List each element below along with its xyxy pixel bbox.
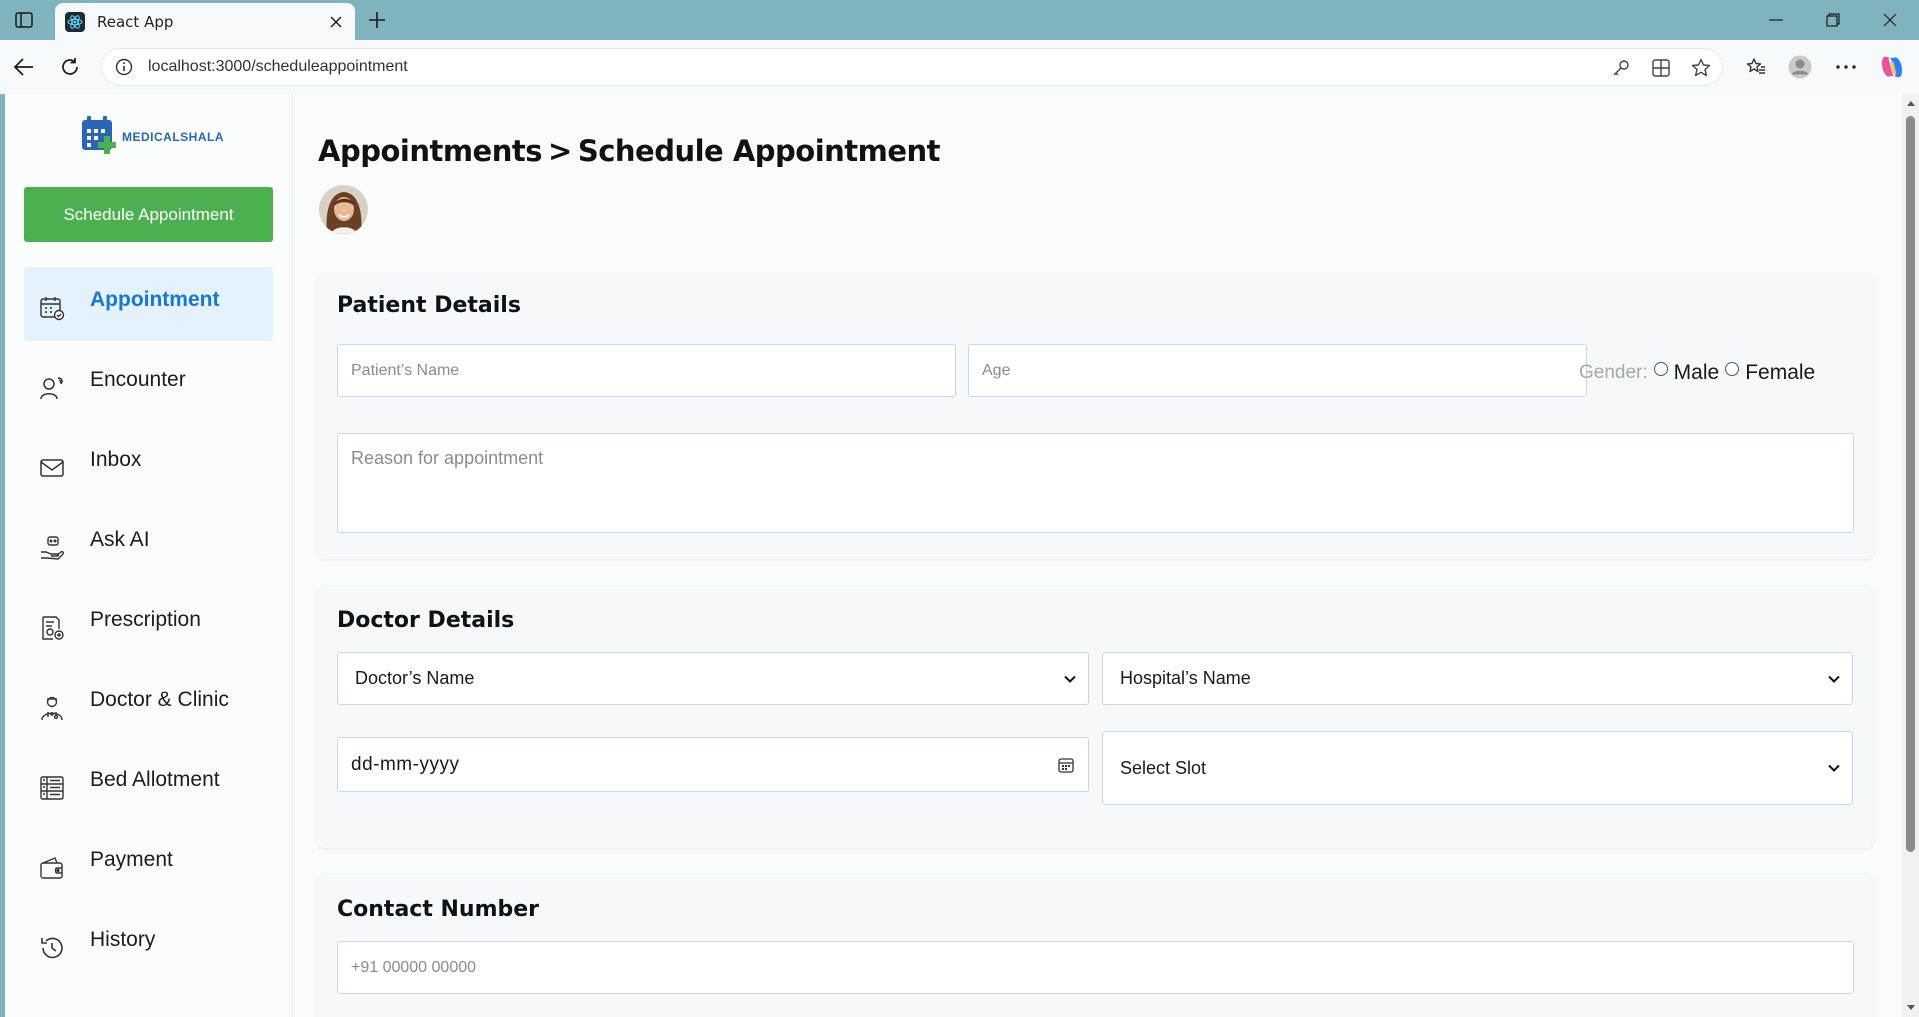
close-window-icon[interactable] [1875,8,1905,32]
doctor-name-select[interactable]: Doctor’s Name [337,652,1089,705]
minimize-icon[interactable] [1761,8,1791,32]
breadcrumb-separator: > [548,134,572,168]
sidebar-item-doctor-clinic[interactable]: Doctor & Clinic [24,667,273,741]
favorites-icon[interactable] [1742,53,1770,81]
back-icon[interactable] [10,53,38,81]
wallet-icon [38,854,66,882]
gender-male-label[interactable]: Male [1674,361,1720,385]
more-icon[interactable] [1832,53,1860,81]
sidebar-item-bed-allotment[interactable]: Bed Allotment [24,747,273,821]
mail-icon [38,454,66,482]
calendar-icon [38,294,66,322]
history-icon [38,934,66,962]
gender-label: Gender: [1579,362,1648,383]
doctor-icon [38,694,66,722]
browser-toolbar: localhost:3000/scheduleappointment [0,40,1919,94]
hand-ai-icon [38,534,66,562]
tab-actions-icon[interactable] [12,9,36,31]
hospital-name-select[interactable]: Hospital’s Name [1102,652,1853,705]
gender-female-radio[interactable] [1725,362,1740,376]
scroll-down-arrow-icon[interactable] [1905,1002,1916,1012]
restore-icon[interactable] [1818,8,1848,32]
close-tab-icon[interactable] [327,13,345,31]
favorite-star-icon[interactable] [1690,57,1712,79]
sidebar-item-label: History [90,928,156,951]
gender-male-radio[interactable] [1653,362,1668,376]
contact-number-title: Contact Number [337,897,540,922]
url-text: localhost:3000/scheduleappointment [148,58,408,75]
sidebar-item-payment[interactable]: Payment [24,827,273,901]
copilot-icon[interactable] [1878,53,1906,81]
calendar-picker-icon[interactable] [1058,757,1074,773]
bed-list-icon [38,774,66,802]
breadcrumb-current: Schedule Appointment [577,134,941,168]
date-placeholder: dd-mm-yyyy [351,753,460,775]
doctor-name-select-value: Doctor’s Name [355,668,475,688]
tab-title: React App [97,12,174,31]
hospital-name-select-value: Hospital’s Name [1120,668,1251,688]
patient-details-card: Patient Details Gender: Male Female [318,273,1873,559]
site-info-icon[interactable] [114,57,134,77]
medical-calendar-logo-icon [82,116,116,154]
sidebar-item-inbox[interactable]: Inbox [24,427,273,501]
page-scrollbar[interactable] [1902,94,1919,1017]
refresh-icon[interactable] [56,53,84,81]
sidebar-item-label: Payment [90,848,173,871]
gender-group: Gender: Male Female [1579,361,1821,385]
browser-tab[interactable]: React App [55,3,355,40]
sidebar-item-label: Doctor & Clinic [90,688,229,711]
breadcrumb-parent[interactable]: Appointments [318,134,543,168]
react-logo-icon [65,11,85,32]
sidebar-item-label: Ask AI [90,528,150,551]
contact-number-card: Contact Number [318,874,1873,1017]
reason-textarea[interactable] [337,433,1854,533]
browser-tab-bar: React App [0,0,1919,40]
user-chat-icon [38,374,66,402]
slot-select-value: Select Slot [1120,757,1207,778]
scrollbar-thumb[interactable] [1906,116,1915,852]
scroll-up-arrow-icon[interactable] [1905,98,1916,108]
sidebar-item-label: Prescription [90,608,201,631]
gender-female-label[interactable]: Female [1745,361,1815,385]
key-icon[interactable] [1610,57,1632,79]
schedule-appointment-button[interactable]: Schedule Appointment [24,187,273,242]
sidebar-item-history[interactable]: History [24,907,273,981]
phone-input[interactable] [337,941,1854,994]
patient-name-input[interactable] [337,344,956,397]
logo-text: MEDICALSHALA [122,130,224,144]
appointment-date-input[interactable]: dd-mm-yyyy [337,737,1089,792]
sidebar-item-label: Inbox [90,448,142,471]
sidebar-item-encounter[interactable]: Encounter [24,347,273,421]
new-tab-icon[interactable] [364,8,390,32]
prescription-icon [38,614,66,642]
page-viewport: MEDICALSHALA Schedule Appointment Appoin… [5,94,1919,1017]
sidebar-item-ask-ai[interactable]: Ask AI [24,507,273,581]
sidebar-nav: Appointment Encounter Inbox Ask AI Presc… [24,267,273,987]
apps-icon[interactable] [1650,57,1672,79]
age-input[interactable] [968,344,1587,397]
doctor-details-title: Doctor Details [337,608,515,633]
page-title: Appointments > Schedule Appointment [318,134,941,168]
doctor-details-card: Doctor Details Doctor’s Name Hospital’s … [318,586,1873,848]
chevron-down-icon [1828,764,1840,772]
sidebar-item-label: Appointment [90,288,220,311]
chevron-down-icon [1828,675,1840,683]
patient-details-title: Patient Details [337,293,521,318]
sidebar-item-label: Bed Allotment [90,768,220,791]
slot-select[interactable]: Select Slot [1102,731,1853,805]
chevron-down-icon [1064,675,1076,683]
logo[interactable]: MEDICALSHALA [80,114,224,154]
address-bar[interactable]: localhost:3000/scheduleappointment [101,48,1723,86]
sidebar-item-label: Encounter [90,368,186,391]
main-content: Appointments > Schedule Appointment Patien… [293,94,1902,1017]
sidebar-item-prescription[interactable]: Prescription [24,587,273,661]
sidebar-item-appointment[interactable]: Appointment [24,267,273,341]
profile-icon[interactable] [1786,53,1814,81]
sidebar: MEDICALSHALA Schedule Appointment Appoin… [5,94,293,1017]
avatar[interactable] [319,185,368,234]
